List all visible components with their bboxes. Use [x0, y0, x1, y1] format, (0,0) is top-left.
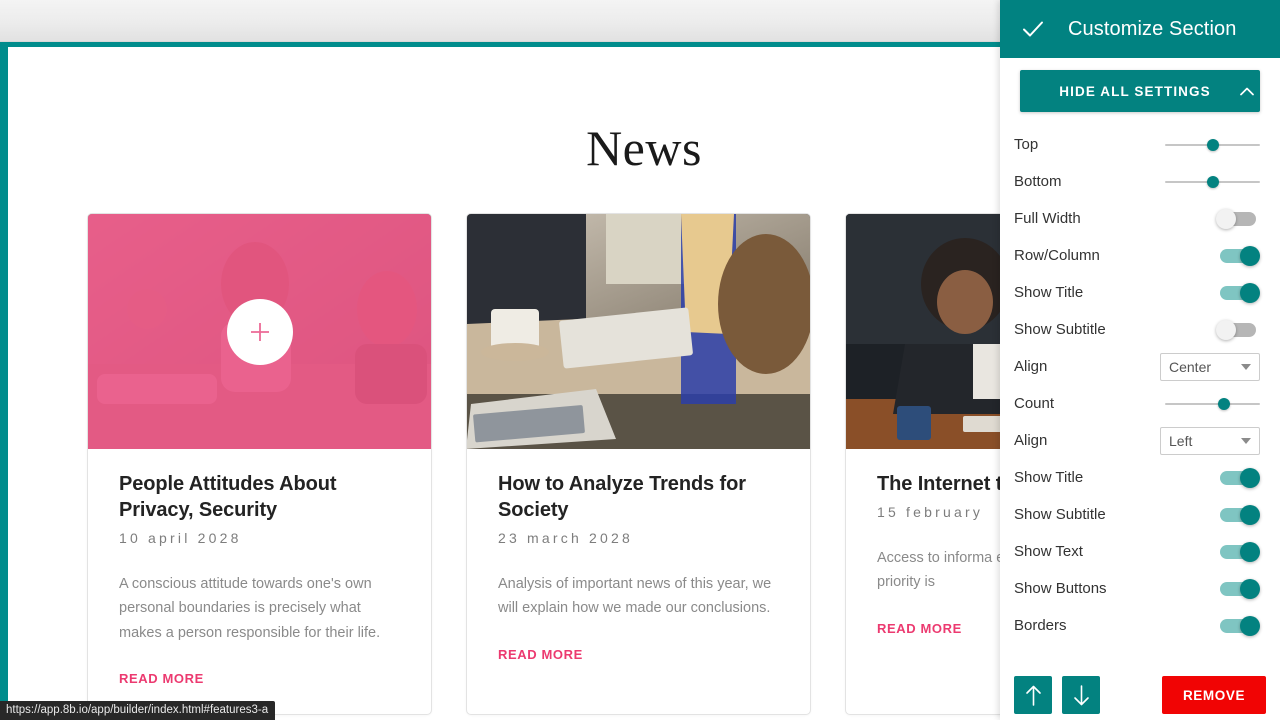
setting-row: Borders	[1000, 607, 1280, 644]
toggle-knob	[1240, 504, 1260, 525]
slider-bottom[interactable]	[1165, 172, 1260, 192]
news-card[interactable]: People Attitudes About Privacy, Security…	[87, 213, 432, 716]
read-more-link[interactable]: READ MORE	[877, 621, 962, 636]
setting-row: Top	[1000, 126, 1280, 163]
setting-label: Align	[1014, 432, 1048, 449]
chevron-up-icon	[1234, 87, 1260, 96]
setting-label: Show Text	[1014, 543, 1083, 560]
setting-label: Count	[1014, 395, 1055, 412]
slider-count[interactable]	[1165, 394, 1260, 414]
chevron-down-icon	[1241, 437, 1251, 444]
news-card[interactable]: How to Analyze Trends for Society 23 mar…	[466, 213, 811, 716]
hide-all-settings-label: HIDE ALL SETTINGS	[1059, 83, 1211, 99]
chevron-down-icon	[1241, 363, 1251, 370]
setting-label: Show Title	[1014, 469, 1084, 486]
toggle-row-column[interactable]	[1216, 245, 1260, 266]
toggle-knob	[1240, 282, 1260, 303]
toggle-borders[interactable]	[1216, 615, 1260, 636]
setting-row: Full Width	[1000, 200, 1280, 237]
toggle-knob	[1216, 208, 1236, 229]
toggle-show-subtitle[interactable]	[1216, 319, 1260, 340]
slider-thumb[interactable]	[1206, 175, 1219, 188]
setting-row: Show Text	[1000, 533, 1280, 570]
setting-label: Top	[1014, 136, 1039, 153]
toggle-knob	[1240, 467, 1260, 488]
slider-thumb[interactable]	[1206, 138, 1219, 151]
toggle-knob	[1240, 615, 1260, 636]
setting-row: Show Subtitle	[1000, 311, 1280, 348]
toggle-knob	[1240, 578, 1260, 599]
card-photo-2	[467, 214, 810, 449]
read-more-link[interactable]: READ MORE	[498, 647, 583, 662]
status-bar-url: https://app.8b.io/app/builder/index.html…	[0, 701, 276, 720]
setting-row: Align Center	[1000, 348, 1280, 385]
move-section-down-button[interactable]	[1062, 676, 1100, 714]
arrow-down-icon	[1073, 684, 1089, 705]
toggle-show-title[interactable]	[1216, 467, 1260, 488]
toggle-knob	[1240, 541, 1260, 562]
setting-label: Borders	[1014, 617, 1067, 634]
hide-all-settings-button[interactable]: HIDE ALL SETTINGS	[1020, 70, 1260, 112]
setting-row: Count	[1000, 385, 1280, 422]
toggle-show-text[interactable]	[1216, 541, 1260, 562]
toggle-full-width[interactable]	[1216, 208, 1260, 229]
card-text: Analysis of important news of this year,…	[498, 576, 772, 617]
toggle-show-buttons[interactable]	[1216, 578, 1260, 599]
select-value: Center	[1169, 358, 1212, 375]
check-icon[interactable]	[1020, 16, 1046, 42]
card-image[interactable]	[88, 214, 431, 449]
toggle-show-subtitle[interactable]	[1216, 504, 1260, 525]
panel-title: Customize Section	[1068, 17, 1237, 40]
setting-row: Align Left	[1000, 422, 1280, 459]
card-text: A conscious attitude towards one's own p…	[119, 576, 381, 641]
setting-label: Align	[1014, 358, 1048, 375]
panel-action-bar: REMOVE	[1000, 676, 1280, 714]
setting-row: Show Title	[1000, 274, 1280, 311]
setting-label: Show Subtitle	[1014, 321, 1106, 338]
arrow-up-icon	[1025, 685, 1041, 706]
toggle-knob	[1216, 319, 1236, 340]
setting-label: Show Subtitle	[1014, 506, 1106, 523]
setting-label: Full Width	[1014, 210, 1081, 227]
remove-section-button[interactable]: REMOVE	[1162, 676, 1266, 714]
move-section-up-button[interactable]	[1014, 676, 1052, 714]
setting-row: Row/Column	[1000, 237, 1280, 274]
toggle-knob	[1240, 245, 1260, 266]
customize-section-panel: Customize Section HIDE ALL SETTINGS Top B…	[1000, 0, 1280, 720]
select-value: Left	[1169, 432, 1193, 449]
toggle-show-title[interactable]	[1216, 282, 1260, 303]
panel-header: Customize Section	[1000, 0, 1280, 58]
card-title: How to Analyze Trends for Society	[498, 473, 746, 521]
plus-icon	[250, 322, 269, 341]
setting-label: Show Title	[1014, 284, 1084, 301]
add-image-button[interactable]	[226, 298, 293, 365]
card-body: How to Analyze Trends for Society 23 mar…	[467, 449, 810, 690]
setting-row: Show Subtitle	[1000, 496, 1280, 533]
settings-list: Top Bottom Full Width Row/Column Show Title S…	[1000, 126, 1280, 644]
read-more-link[interactable]: READ MORE	[119, 671, 204, 686]
setting-row: Bottom	[1000, 163, 1280, 200]
slider-top[interactable]	[1165, 135, 1260, 155]
card-body: People Attitudes About Privacy, Security…	[88, 449, 431, 714]
app-root: News People Attitudes About Privacy, Sec…	[0, 0, 1280, 720]
card-date: 23 march 2028	[498, 530, 633, 546]
card-date: 10 april 2028	[119, 530, 242, 546]
setting-label: Show Buttons	[1014, 580, 1107, 597]
select-align[interactable]: Left	[1160, 426, 1260, 455]
select-align[interactable]: Center	[1160, 352, 1260, 381]
card-image[interactable]	[467, 214, 810, 449]
setting-label: Row/Column	[1014, 247, 1100, 264]
setting-row: Show Buttons	[1000, 570, 1280, 607]
card-title: People Attitudes About Privacy, Security	[119, 473, 337, 521]
slider-thumb[interactable]	[1217, 397, 1230, 410]
setting-row: Show Title	[1000, 459, 1280, 496]
slider-track	[1165, 402, 1260, 405]
setting-label: Bottom	[1014, 173, 1062, 190]
